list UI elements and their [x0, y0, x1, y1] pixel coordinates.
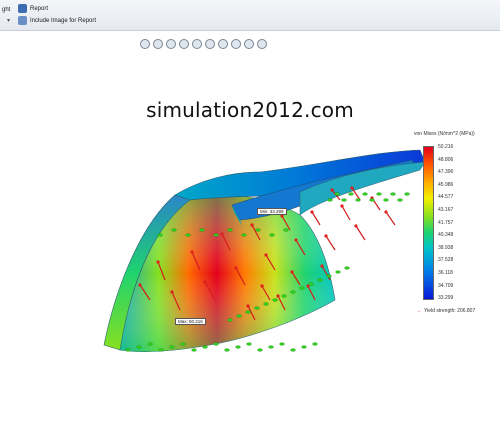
legend-tick: 44.577: [438, 194, 454, 201]
legend-tick: 40.348: [438, 232, 454, 239]
legend-tick: 34.709: [438, 282, 454, 289]
legend-tick: 43.167: [438, 207, 454, 213]
legend-tick: 41.757: [438, 219, 454, 226]
yield-strength-label: Yield strength: 206.807: [424, 308, 476, 314]
legend-color-bar: [423, 146, 434, 300]
max-probe-label[interactable]: Max: 50.216: [175, 318, 206, 325]
legend-tick: 37.528: [438, 257, 454, 264]
legend-tick: 48.806: [438, 156, 454, 163]
min-probe-label[interactable]: Min: 33.299: [257, 208, 287, 215]
legend-title: von Mises (N/mm^2 (MPa)): [414, 131, 475, 137]
legend-tick: 50.216: [438, 144, 454, 150]
yield-arrow-icon: →: [416, 308, 421, 314]
legend-tick: 47.396: [438, 169, 454, 176]
legend-tick: 45.986: [438, 181, 454, 188]
legend-tick: 38.938: [438, 244, 454, 251]
legend-tick: 33.299: [438, 295, 454, 302]
legend-tick: 36.118: [438, 270, 453, 276]
yield-strength-row: → Yield strength: 206.807: [416, 308, 475, 314]
